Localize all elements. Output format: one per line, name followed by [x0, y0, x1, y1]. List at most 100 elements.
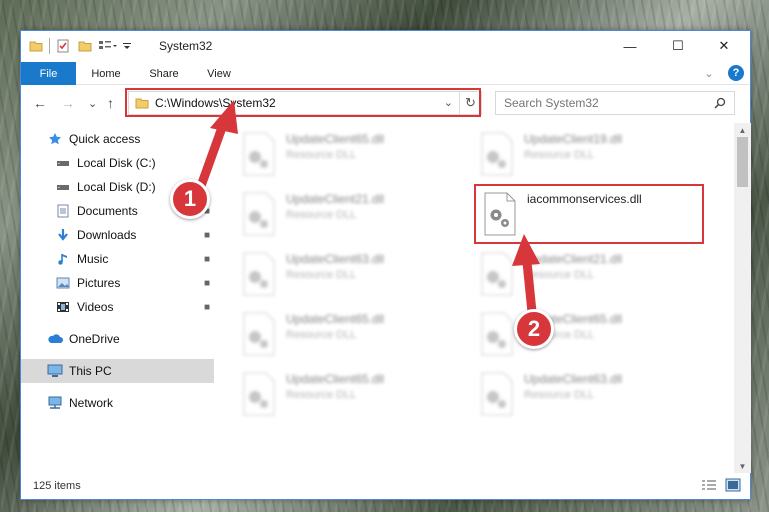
sidebar-item-music[interactable]: Music ■	[21, 247, 214, 271]
new-folder-icon[interactable]	[78, 39, 92, 53]
file-type: Resource DLL	[286, 149, 357, 161]
music-icon	[55, 251, 71, 267]
file-name: UpdateClient63.dll	[524, 372, 623, 386]
star-icon	[47, 131, 63, 147]
sidebar-item-label: Network	[69, 396, 114, 410]
search-icon[interactable]	[714, 97, 726, 109]
file-highlight	[474, 184, 704, 244]
sidebar-item-this-pc[interactable]: This PC	[21, 359, 214, 383]
dll-file-icon	[481, 252, 513, 296]
file-item[interactable]: UpdateClient65.dll Resource DLL	[240, 131, 470, 187]
drive-icon	[55, 179, 71, 195]
sidebar-item-label: Pictures	[77, 276, 121, 290]
file-item[interactable]: UpdateClient21.dll Resource DLL	[240, 191, 470, 247]
file-item[interactable]: UpdateClient19.dll Resource DLL	[478, 131, 708, 187]
drive-icon	[55, 155, 71, 171]
toolbar-separator	[49, 38, 50, 54]
file-name: UpdateClient65.dll	[286, 132, 385, 146]
tab-home[interactable]: Home	[81, 62, 131, 85]
sidebar-item-quick-access[interactable]: Quick access	[21, 127, 214, 151]
dll-file-icon	[481, 132, 513, 176]
file-name: UpdateClient65.dll	[286, 312, 385, 326]
file-name: UpdateClient19.dll	[524, 132, 623, 146]
quick-access-toolbar	[29, 38, 132, 54]
sidebar-item-label: Downloads	[77, 228, 137, 242]
file-name: UpdateClient63.dll	[286, 252, 385, 266]
address-bar-highlight	[125, 88, 481, 117]
file-item[interactable]: UpdateClient21.dll Resource DLL	[478, 251, 708, 307]
scroll-up-arrow-icon[interactable]: ▲	[734, 123, 751, 137]
pin-icon[interactable]: ■	[204, 230, 210, 241]
step-1-badge: 1	[170, 179, 210, 219]
sidebar-item-label: Documents	[77, 204, 138, 218]
sidebar-item-label: Quick access	[69, 132, 141, 146]
file-item[interactable]: UpdateClient65.dll Resource DLL	[240, 371, 470, 427]
maximize-button[interactable]: ☐	[655, 31, 701, 61]
sidebar-item-local-disk-c[interactable]: Local Disk (C:)	[21, 151, 214, 175]
search-box[interactable]	[495, 91, 735, 115]
large-icons-view-icon[interactable]	[725, 478, 741, 492]
search-input[interactable]	[504, 96, 694, 110]
tab-file[interactable]: File	[21, 62, 76, 85]
file-name: UpdateClient21.dll	[286, 192, 385, 206]
file-item[interactable]: UpdateClient63.dll Resource DLL	[240, 251, 470, 307]
dll-file-icon	[243, 252, 275, 296]
vertical-scrollbar[interactable]: ▲ ▼	[734, 123, 751, 473]
close-button[interactable]: ✕	[701, 31, 747, 61]
dll-file-icon	[243, 132, 275, 176]
pin-icon[interactable]: ■	[204, 278, 210, 289]
file-list: UpdateClient65.dll Resource DLL UpdateCli…	[226, 123, 734, 473]
dropdown-arrow-icon[interactable]	[122, 39, 132, 53]
computer-icon	[47, 363, 63, 379]
file-type: Resource DLL	[286, 329, 357, 341]
minimize-button[interactable]: —	[607, 31, 653, 61]
back-button[interactable]: ←	[33, 95, 47, 111]
title-bar: System32 — ☐ ✕	[21, 31, 750, 62]
sidebar-item-downloads[interactable]: Downloads ■	[21, 223, 214, 247]
sidebar-item-label: Music	[77, 252, 109, 266]
sidebar-item-onedrive[interactable]: OneDrive	[21, 327, 214, 351]
sidebar-item-label: Local Disk (D:)	[77, 180, 156, 194]
file-name: UpdateClient21.dll	[524, 252, 623, 266]
file-type: Resource DLL	[524, 389, 595, 401]
ribbon-expand-button[interactable]: ⌄	[701, 62, 717, 85]
status-bar: 125 items	[21, 473, 750, 499]
dll-file-icon	[243, 372, 275, 416]
file-name: UpdateClient65.dll	[286, 372, 385, 386]
recent-locations-button[interactable]: ⌄	[88, 97, 97, 110]
help-icon[interactable]: ?	[728, 65, 744, 81]
sidebar-item-label: Local Disk (C:)	[77, 156, 156, 170]
pin-icon[interactable]: ■	[204, 254, 210, 265]
folder-icon	[29, 41, 43, 52]
dll-file-icon	[481, 312, 513, 356]
up-button[interactable]: ↑	[107, 95, 114, 111]
sidebar-item-label: OneDrive	[69, 332, 120, 346]
tab-view[interactable]: View	[195, 62, 243, 85]
navigation-pane: Quick access Local Disk (C:) Local Disk …	[21, 123, 214, 473]
forward-button[interactable]: →	[61, 95, 75, 111]
dll-file-icon	[243, 312, 275, 356]
scroll-thumb[interactable]	[737, 137, 748, 187]
file-item[interactable]: UpdateClient65.dll Resource DLL	[478, 311, 708, 367]
file-item[interactable]: UpdateClient63.dll Resource DLL	[478, 371, 708, 427]
ribbon-tabs: File Home Share View ⌄ ?	[21, 62, 750, 85]
documents-icon	[55, 203, 71, 219]
sidebar-item-label: Videos	[77, 300, 114, 314]
cloud-icon	[47, 331, 63, 347]
file-item[interactable]: UpdateClient65.dll Resource DLL	[240, 311, 470, 367]
sidebar-item-network[interactable]: Network	[21, 391, 214, 415]
videos-icon	[55, 299, 71, 315]
properties-icon[interactable]	[56, 39, 70, 53]
item-count: 125 items	[33, 480, 81, 492]
pin-icon[interactable]: ■	[204, 302, 210, 313]
sidebar-item-pictures[interactable]: Pictures ■	[21, 271, 214, 295]
dll-file-icon	[481, 372, 513, 416]
step-2-badge: 2	[514, 309, 554, 349]
download-icon	[55, 227, 71, 243]
file-type: Resource DLL	[524, 149, 595, 161]
tab-share[interactable]: Share	[139, 62, 189, 85]
details-view-icon[interactable]	[701, 479, 717, 493]
sidebar-item-videos[interactable]: Videos ■	[21, 295, 214, 319]
customize-toolbar-icon[interactable]	[98, 39, 118, 53]
scroll-down-arrow-icon[interactable]: ▼	[734, 459, 751, 473]
